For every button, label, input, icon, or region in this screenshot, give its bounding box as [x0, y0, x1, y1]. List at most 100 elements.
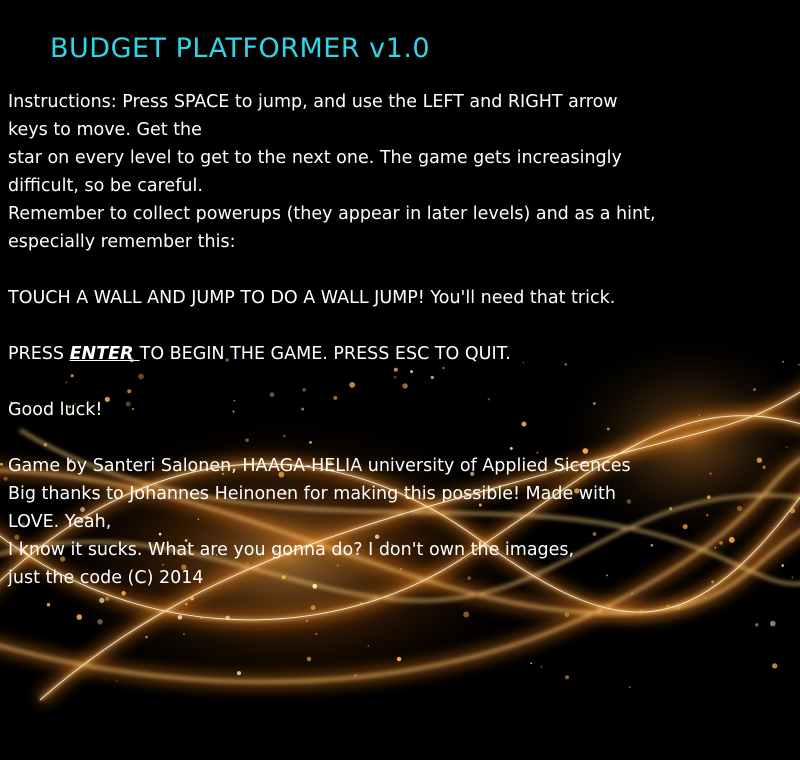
sparkle [789, 507, 796, 514]
sparkle [115, 680, 118, 682]
sparkle [487, 398, 491, 401]
sparkle [97, 619, 103, 625]
sparkle [3, 476, 8, 481]
sparkle [182, 633, 185, 636]
sparkle [233, 399, 236, 402]
sparkle [393, 367, 398, 372]
sparkle [189, 596, 195, 601]
sparkle [302, 387, 306, 392]
instructions-line-1: Instructions: Press SPACE to jump, and u… [8, 92, 618, 112]
sparkle [592, 532, 597, 536]
sparkle [467, 576, 471, 580]
sparkle [65, 381, 68, 384]
sparkle [430, 375, 435, 380]
sparkle [736, 505, 743, 512]
sparkle [125, 401, 131, 407]
sparkle [521, 421, 527, 427]
sparkle [714, 546, 717, 549]
enter-key-label: ENTER [69, 344, 140, 364]
sparkle [798, 364, 800, 366]
sparkle [283, 434, 286, 438]
sparkle [127, 389, 132, 394]
sparkle [781, 564, 784, 567]
sparkle [310, 605, 316, 611]
sparkle [43, 442, 48, 447]
sparkle [669, 507, 673, 511]
sparkle [309, 441, 312, 444]
sparkle [306, 656, 312, 662]
sparkle [184, 602, 188, 606]
sparkle [593, 402, 596, 405]
sparkle [735, 414, 738, 417]
sparkle [709, 472, 712, 475]
sparkle [359, 602, 363, 606]
instructions-line-2: keys to move. Get the [8, 120, 202, 140]
sparkle [463, 611, 470, 618]
sparkle [70, 374, 74, 378]
game-start-screen[interactable]: BUDGET PLATFORMER v1.0 Instructions: Pre… [0, 0, 800, 760]
sparkle [728, 536, 735, 543]
sparkle [756, 457, 763, 463]
sparkle [389, 510, 391, 512]
sparkle [402, 383, 408, 389]
sparkle [565, 675, 570, 680]
sparkle [145, 635, 148, 639]
sparkle [354, 674, 357, 677]
wall-jump-tip: TOUCH A WALL AND JUMP TO DO A WALL JUMP!… [8, 288, 616, 308]
sparkle [236, 671, 242, 676]
sparkle [199, 616, 203, 620]
sparkle [315, 632, 318, 636]
start-prompt-prefix: PRESS [8, 344, 70, 364]
sparkle [0, 462, 3, 466]
sparkle [410, 370, 414, 374]
sparkle [177, 615, 183, 620]
credits-line-5: just the code (C) 2014 [8, 568, 204, 588]
sparkle [393, 375, 397, 379]
sparkle [333, 395, 338, 400]
sparkle [782, 360, 785, 363]
sparkle [638, 609, 644, 615]
game-title: BUDGET PLATFORMER v1.0 [50, 33, 431, 64]
sparkle [138, 373, 144, 380]
sparkle [606, 427, 610, 431]
credits-line-3: LOVE. Yeah, [8, 512, 112, 532]
sparkle [197, 518, 200, 521]
sparkle [630, 592, 634, 595]
sparkle [225, 615, 230, 620]
sparkle [281, 575, 286, 580]
instructions-line-5: Remember to collect powerups (they appea… [8, 204, 656, 224]
sparkle [629, 686, 631, 688]
sparkle [626, 499, 632, 504]
sparkle [46, 603, 51, 607]
sparkle [367, 644, 370, 647]
instructions-line-4: difficult, so be careful. [8, 176, 203, 196]
sparkle [232, 410, 235, 413]
sparkle [711, 580, 715, 584]
sparkle [269, 392, 275, 397]
start-prompt: PRESS ENTER TO BEGIN THE GAME. PRESS ESC… [8, 340, 511, 368]
sparkle [104, 396, 110, 403]
sparkle [245, 438, 249, 442]
sparkle [301, 407, 305, 411]
sparkle [705, 597, 707, 599]
sparkle [564, 363, 567, 366]
sparkle [786, 446, 788, 449]
sparkle [99, 597, 105, 604]
sparkle [396, 656, 402, 662]
sparkle [791, 576, 794, 579]
sparkle [336, 564, 339, 567]
sparkle [349, 381, 356, 388]
sparkle [606, 574, 609, 577]
sparkle [522, 361, 525, 364]
sparkle [755, 623, 759, 627]
sparkle [132, 408, 135, 410]
sparkle [530, 662, 533, 665]
sparkle [676, 605, 681, 610]
sparkle [772, 663, 778, 669]
sparkle [509, 446, 513, 450]
sparkle [682, 524, 688, 530]
sparkle [698, 414, 701, 416]
sparkle [706, 514, 709, 517]
sparkle [753, 388, 756, 391]
sparkle [719, 541, 723, 545]
